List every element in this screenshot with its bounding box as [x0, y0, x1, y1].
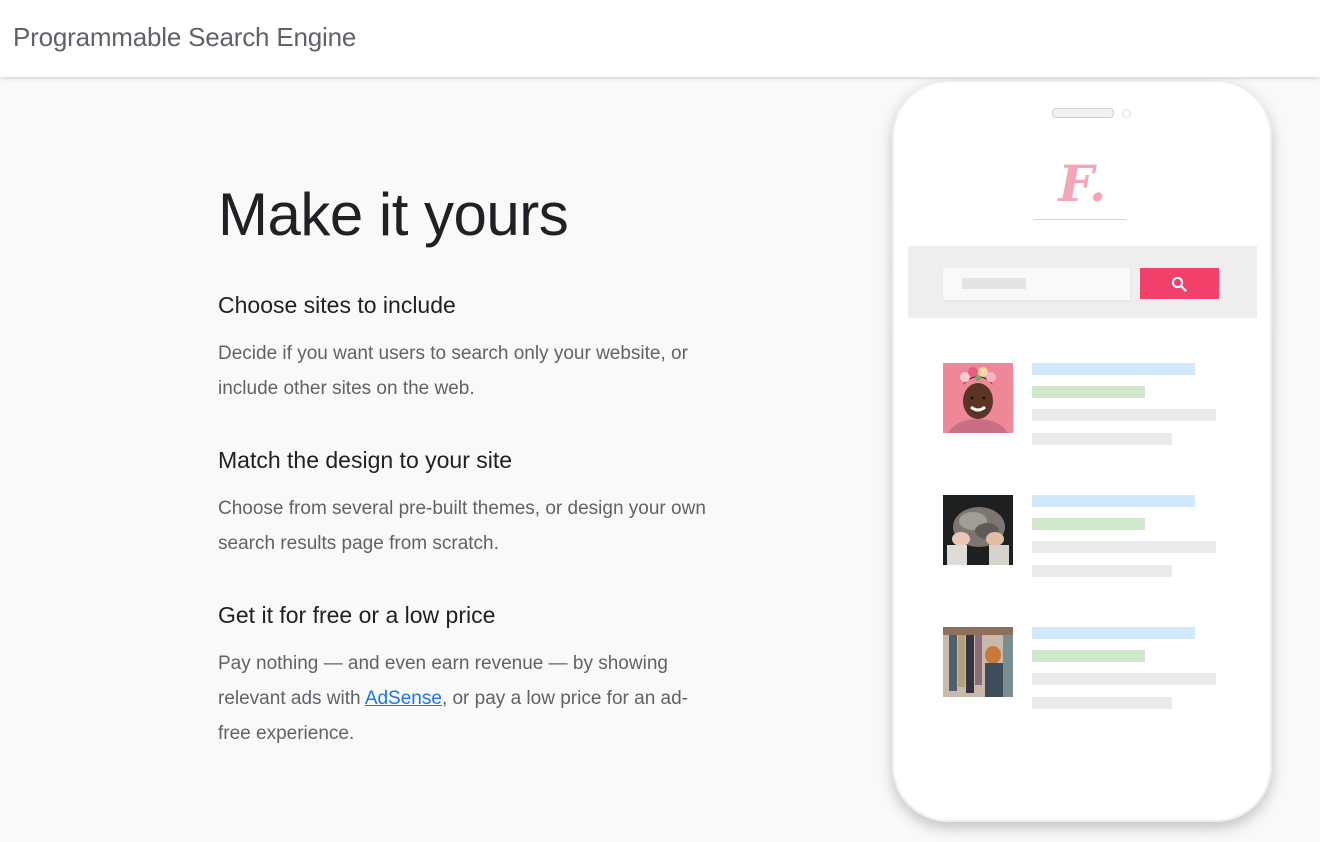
- search-result[interactable]: [943, 627, 1233, 709]
- search-placeholder: [962, 278, 1026, 289]
- section-title-price: Get it for free or a low price: [218, 602, 496, 628]
- adsense-link[interactable]: AdSense: [365, 688, 442, 709]
- result-thumbnail-woman: [943, 363, 1013, 433]
- phone-mockup: F.: [892, 80, 1272, 822]
- phone-volume-button: [889, 206, 892, 262]
- search-input[interactable]: [943, 268, 1130, 300]
- app-title[interactable]: Programmable Search Engine: [13, 22, 356, 53]
- result-title-bar: [1032, 495, 1195, 507]
- search-result[interactable]: [943, 495, 1233, 577]
- search-icon: [1171, 276, 1187, 292]
- phone-speaker: [1052, 108, 1114, 118]
- result-url-bar: [1032, 518, 1145, 530]
- result-snippet-bar: [1032, 697, 1172, 709]
- result-snippet-bar: [1032, 433, 1172, 445]
- result-title-bar: [1032, 363, 1195, 375]
- result-thumbnail-clothes-rack: [943, 627, 1013, 697]
- section-text-price: Pay nothing — and even earn revenue — by…: [218, 646, 708, 751]
- result-thumbnail-scarf: [943, 495, 1013, 565]
- phone-power-button: [1272, 276, 1275, 332]
- site-logo: F.: [1058, 154, 1107, 213]
- result-snippet-bar: [1032, 541, 1216, 553]
- result-url-bar: [1032, 650, 1145, 662]
- result-snippet-bar: [1032, 409, 1216, 421]
- phone-screen: F.: [908, 140, 1257, 760]
- phone-camera: [1122, 109, 1131, 118]
- search-bar-area: [908, 246, 1257, 318]
- top-bar: Programmable Search Engine: [0, 0, 1320, 77]
- phone-volume-button: [889, 276, 892, 332]
- result-snippet-bar: [1032, 673, 1216, 685]
- result-url-bar: [1032, 386, 1145, 398]
- logo-underline: [1034, 219, 1126, 220]
- page-headline: Make it yours: [218, 181, 569, 248]
- section-title-sites: Choose sites to include: [218, 292, 456, 318]
- section-text-sites: Decide if you want users to search only …: [218, 343, 688, 399]
- search-button[interactable]: [1140, 268, 1219, 299]
- result-snippet-bar: [1032, 565, 1172, 577]
- section-title-design: Match the design to your site: [218, 447, 513, 473]
- search-result[interactable]: [943, 363, 1233, 445]
- result-title-bar: [1032, 627, 1195, 639]
- section-text-design: Choose from several pre-built themes, or…: [218, 498, 706, 554]
